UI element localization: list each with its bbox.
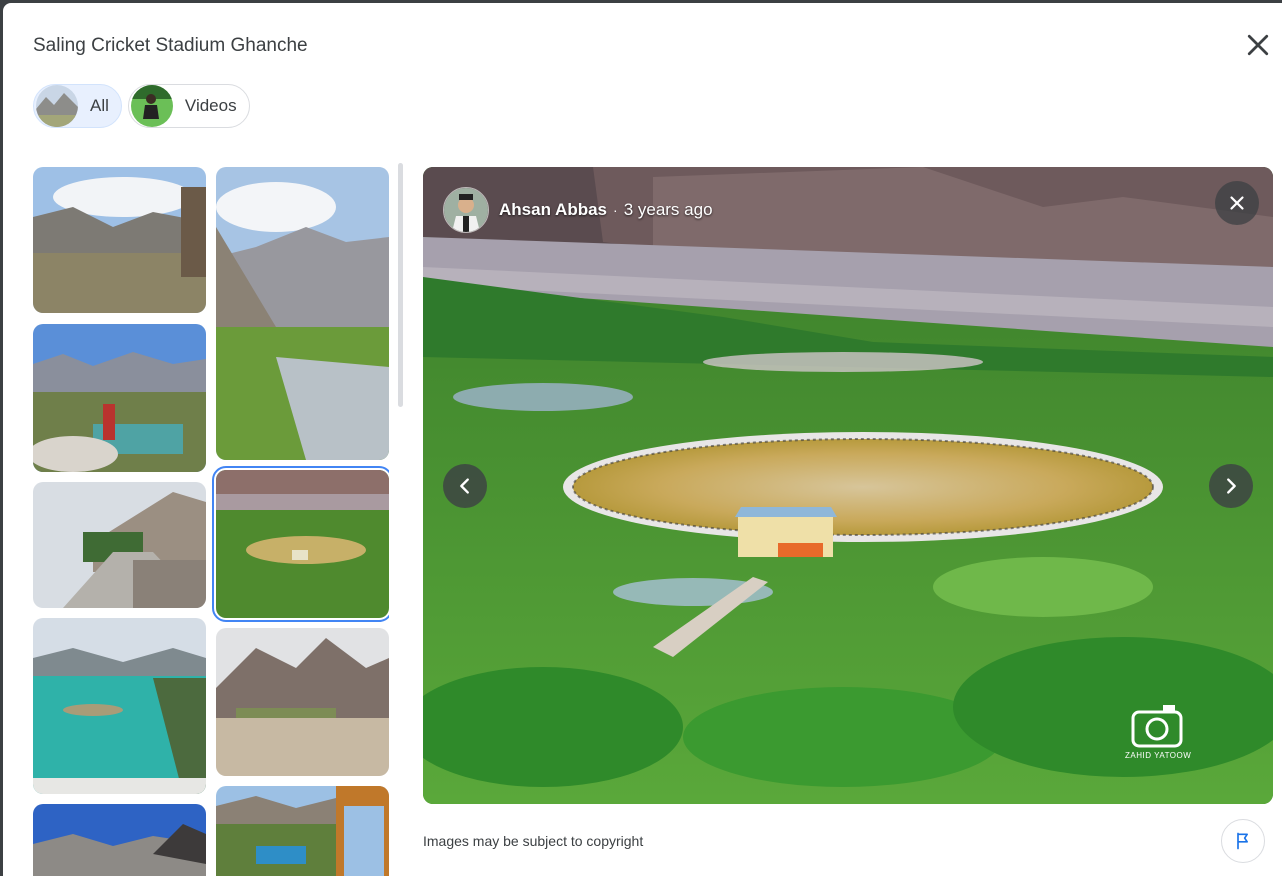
filter-chip-videos[interactable]: Videos — [127, 84, 250, 128]
chevron-right-icon — [1227, 478, 1236, 494]
posted-time: 3 years ago — [623, 200, 713, 219]
viewer-close-button[interactable] — [1215, 181, 1259, 225]
author-avatar — [443, 187, 489, 233]
thumbnail-grid — [33, 167, 389, 876]
thumbnail-image[interactable] — [33, 804, 206, 876]
chevron-left-icon — [460, 478, 469, 494]
main-image — [423, 167, 1273, 804]
chip-thumbnail — [130, 85, 173, 127]
next-image-button[interactable] — [1209, 464, 1253, 508]
previous-image-button[interactable] — [443, 464, 487, 508]
thumbnail-image[interactable] — [216, 167, 389, 460]
main-image-viewer: ZAHID YATOOW Ahsan Abbas · 3 years ago — [423, 167, 1273, 804]
filter-chips: All Videos — [33, 84, 250, 128]
thumbnail-scrollbar[interactable] — [398, 163, 403, 407]
chip-label: Videos — [184, 96, 237, 115]
report-image-button[interactable] — [1221, 819, 1265, 863]
thumbnail-image[interactable] — [216, 786, 389, 876]
separator-dot: · — [613, 202, 618, 218]
thumbnail-image[interactable] — [33, 167, 206, 313]
thumbnail-image[interactable] — [33, 618, 206, 794]
flag-icon — [1237, 832, 1248, 850]
dialog-close-button[interactable] — [1243, 30, 1273, 60]
close-icon — [1247, 34, 1269, 56]
author-name[interactable]: Ahsan Abbas — [499, 200, 607, 220]
watermark-text: ZAHID YATOOW — [1125, 751, 1192, 760]
chip-thumbnail — [36, 85, 78, 127]
chip-label: All — [90, 96, 109, 115]
copyright-notice: Images may be subject to copyright — [423, 833, 644, 849]
thumbnail-image-selected[interactable] — [212, 466, 389, 622]
dialog-title: Saling Cricket Stadium Ghanche — [33, 35, 308, 56]
close-icon — [1230, 196, 1244, 210]
thumbnail-image[interactable] — [216, 628, 389, 776]
thumbnail-image[interactable] — [33, 324, 206, 472]
image-viewer-dialog: Saling Cricket Stadium Ghanche All Video… — [3, 3, 1282, 876]
image-author[interactable]: Ahsan Abbas · 3 years ago — [443, 187, 713, 233]
filter-chip-all[interactable]: All — [33, 84, 122, 128]
thumbnail-image[interactable] — [33, 482, 206, 608]
